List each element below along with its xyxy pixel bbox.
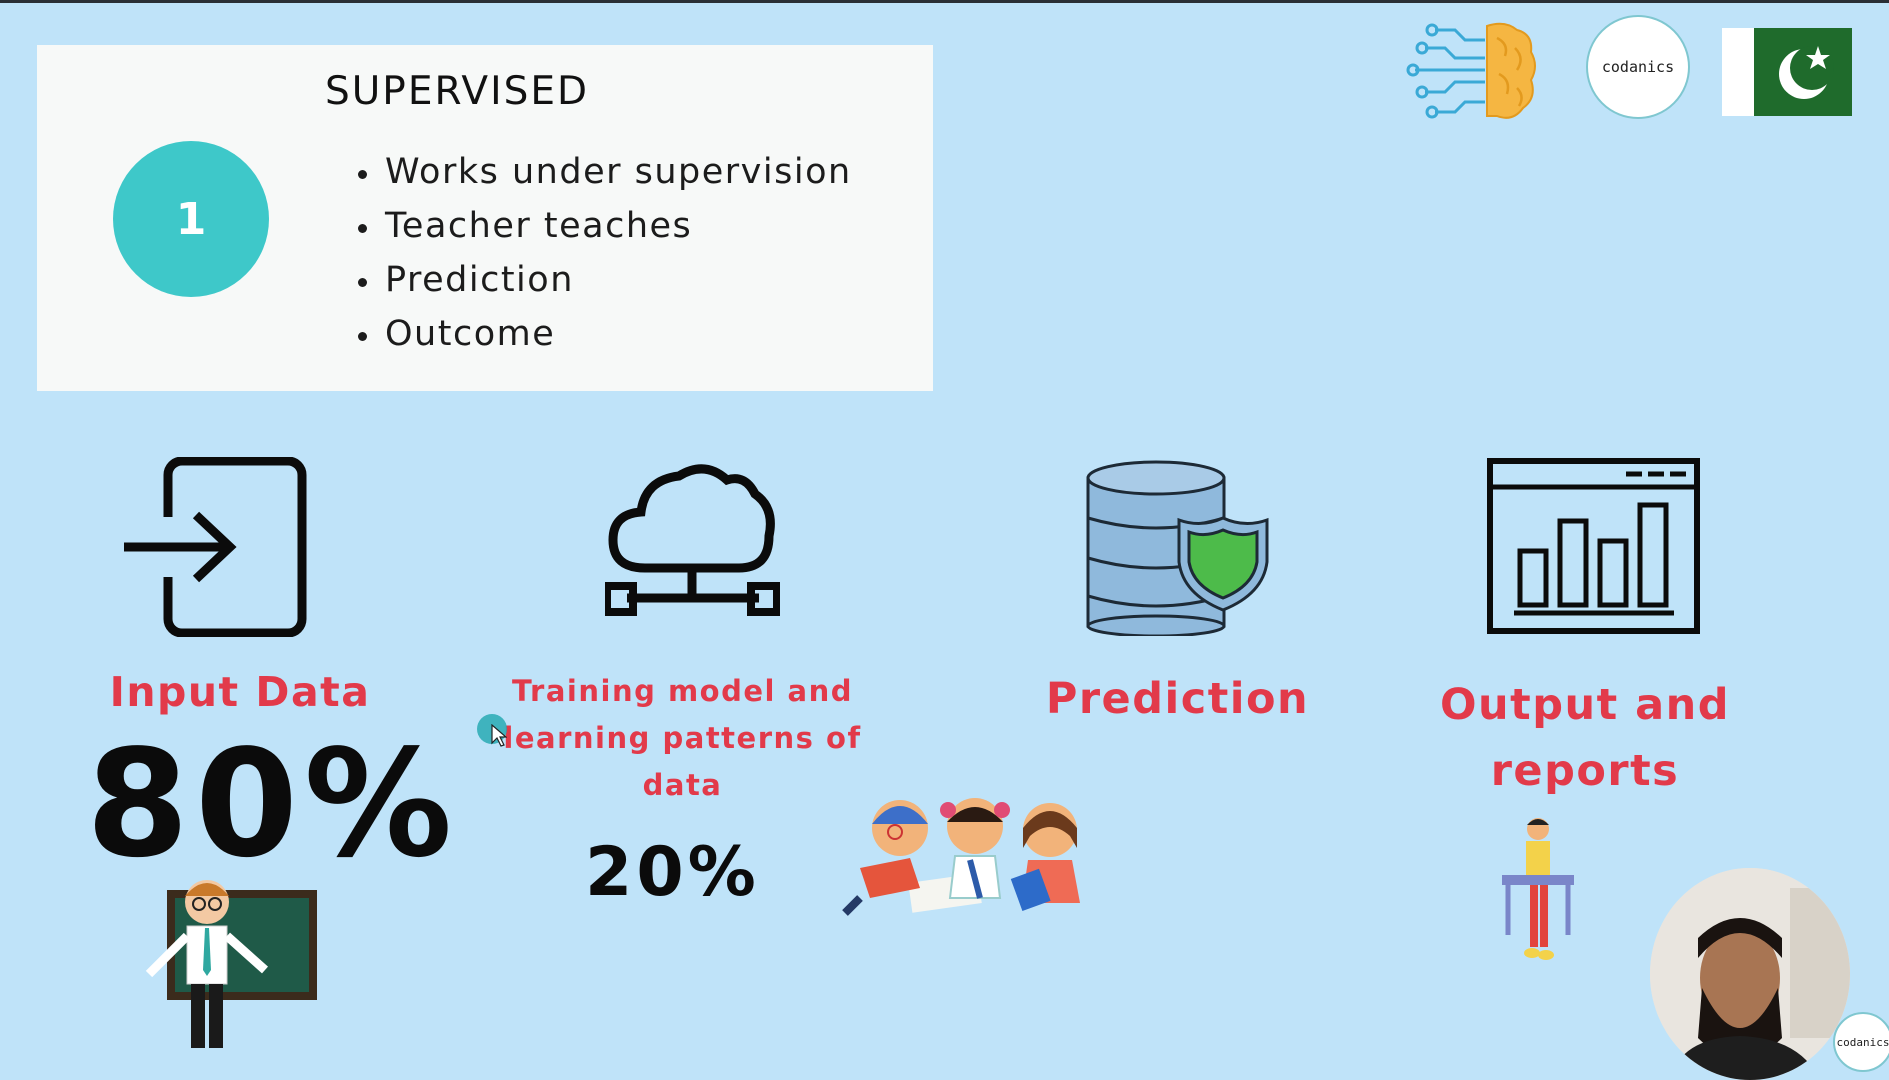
training-label-line: Training model and — [511, 674, 854, 708]
cloud-network-icon — [605, 464, 780, 616]
presenter-webcam — [1650, 868, 1850, 1080]
brain-circuit-logo-icon — [1406, 22, 1536, 119]
training-label-line: learning patterns of — [503, 721, 862, 755]
output-label-line: reports — [1490, 746, 1680, 796]
training-percent: 20% — [585, 833, 760, 912]
codanics-logo-text: codanics — [1601, 58, 1675, 76]
codanics-logo: codanics — [1586, 15, 1690, 119]
training-label: Training model and learning patterns of … — [500, 668, 865, 809]
bullet-item: Works under supervision — [355, 145, 852, 199]
input-data-label: Input Data — [109, 668, 371, 716]
mouse-cursor-icon — [491, 724, 507, 747]
students-illustration — [842, 798, 1080, 916]
database-shield-icon — [1086, 460, 1269, 636]
step-number-badge: 1 — [113, 141, 269, 297]
presenter-avatar — [1650, 868, 1850, 1080]
pakistan-flag-icon — [1722, 28, 1852, 116]
card-title: SUPERVISED — [325, 69, 590, 114]
output-label-line: Output and — [1439, 680, 1731, 730]
input-percent: 80% — [86, 718, 459, 890]
step-number: 1 — [175, 193, 207, 245]
bullet-list: Works under supervision Teacher teaches … — [355, 145, 852, 361]
top-border — [0, 0, 1889, 3]
codanics-badge: codanics — [1833, 1012, 1889, 1072]
person-at-desk-illustration — [1502, 818, 1574, 960]
supervised-card: SUPERVISED 1 Works under supervision Tea… — [37, 45, 933, 391]
teacher-illustration — [145, 880, 317, 1048]
bullet-item: Teacher teaches — [355, 199, 852, 253]
prediction-label: Prediction — [1045, 674, 1310, 724]
bullet-item: Prediction — [355, 253, 852, 307]
bullet-item: Outcome — [355, 307, 852, 361]
training-label-line: data — [642, 768, 723, 802]
login-icon — [124, 457, 307, 637]
codanics-badge-text: codanics — [1836, 1035, 1889, 1049]
bar-chart-window-icon — [1487, 458, 1700, 634]
output-label: Output and reports — [1430, 672, 1740, 804]
